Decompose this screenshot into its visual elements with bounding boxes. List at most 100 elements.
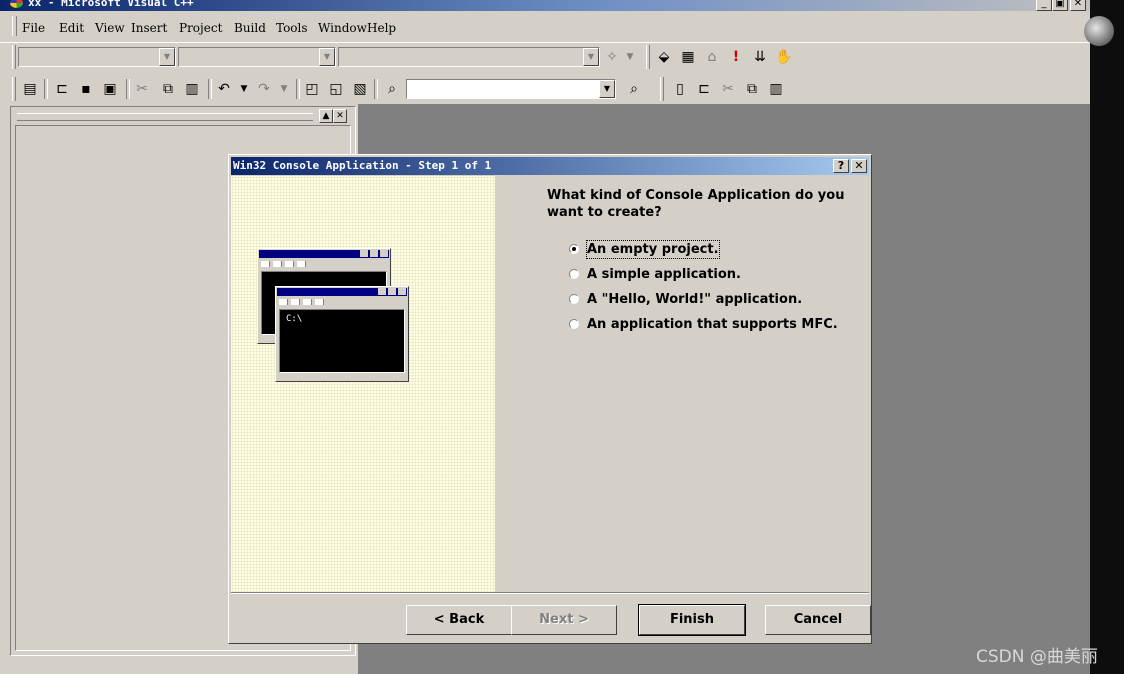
pane-close-button[interactable]: ✕ [333, 109, 347, 123]
pane-gripper[interactable] [17, 113, 313, 121]
menubar-grip[interactable] [12, 16, 17, 36]
menu-edit[interactable]: Edit [59, 21, 84, 35]
dialog-title-bar[interactable]: Win32 Console Application - Step 1 of 1 … [231, 157, 869, 175]
copy-icon[interactable]: ⧉ [742, 79, 762, 99]
cancel-button[interactable]: Cancel [765, 605, 871, 635]
mini-toolbar [279, 299, 327, 305]
close-dialog-button[interactable]: ✕ [851, 159, 867, 173]
menu-file[interactable]: File [22, 21, 45, 35]
radio-button[interactable] [569, 244, 579, 254]
finish-button[interactable]: Finish [638, 604, 746, 636]
find-binoculars-icon[interactable]: ⌕ [624, 79, 644, 99]
paste-icon[interactable]: ▥ [182, 79, 202, 99]
pane-maximize-button[interactable]: ▲ [319, 109, 333, 123]
menu-window[interactable]: Window [318, 21, 367, 35]
back-button[interactable]: < Back [406, 605, 512, 635]
avatar-icon [1084, 16, 1114, 46]
radio-button[interactable] [569, 294, 579, 304]
toolbar-grip[interactable] [660, 77, 664, 101]
option-label[interactable]: A simple application. [587, 266, 741, 283]
option-empty-project[interactable]: An empty project. [569, 240, 869, 259]
workspace-window-icon[interactable]: ◰ [302, 79, 322, 99]
dialog-title: Win32 Console Application - Step 1 of 1 [233, 159, 492, 172]
toolbar-separator [296, 79, 300, 99]
option-label[interactable]: A "Hello, World!" application. [587, 291, 802, 308]
new-file-icon[interactable]: ▯ [670, 79, 690, 99]
members-combo[interactable]: ▼ [338, 47, 600, 67]
open-folder-icon[interactable]: ⊏ [52, 79, 72, 99]
redo-icon[interactable]: ↷ [254, 79, 274, 99]
paste-icon[interactable]: ▥ [766, 79, 786, 99]
menu-help[interactable]: Help [367, 21, 396, 35]
new-text-file-icon[interactable]: ▤ [20, 79, 40, 99]
chevron-down-icon[interactable]: ▼ [159, 48, 175, 66]
menu-project[interactable]: Project [179, 21, 222, 35]
redo-dropdown-icon[interactable]: ▼ [274, 79, 294, 99]
mini-window-buttons [360, 250, 388, 257]
next-button[interactable]: Next > [511, 605, 617, 635]
save-all-icon[interactable]: ▣ [100, 79, 120, 99]
chevron-down-icon[interactable]: ▼ [319, 48, 335, 66]
execute-icon[interactable]: ! [726, 47, 746, 67]
open-folder-icon[interactable]: ⊏ [694, 79, 714, 99]
minimize-button[interactable]: _ [1036, 0, 1052, 11]
find-in-files-icon[interactable]: ⌕ [382, 79, 402, 99]
radio-button[interactable] [569, 269, 579, 279]
toolbar-grip[interactable] [12, 77, 16, 101]
menu-build[interactable]: Build [234, 21, 266, 35]
dropdown-arrow-icon[interactable]: ▼ [620, 47, 640, 67]
toolbar-grip[interactable] [12, 45, 16, 69]
breakpoint-hand-icon[interactable]: ✋ [774, 47, 794, 67]
menu-view[interactable]: View [95, 21, 125, 35]
option-label[interactable]: An application that supports MFC. [587, 316, 838, 333]
menu-insert[interactable]: Insert [131, 21, 167, 35]
option-label[interactable]: An empty project. [586, 240, 720, 259]
option-simple-application[interactable]: A simple application. [569, 266, 869, 284]
toolbar-separator [374, 79, 378, 99]
visual-cpp-app-icon [10, 0, 23, 8]
console-prompt: C:\ [286, 314, 303, 324]
chevron-down-icon[interactable]: ▼ [599, 80, 615, 98]
mini-toolbar [261, 261, 309, 267]
window-list-icon[interactable]: ▧ [350, 79, 370, 99]
option-hello-world[interactable]: A "Hello, World!" application. [569, 291, 869, 309]
csdn-watermark: CSDN @曲美丽 [976, 647, 1098, 667]
restore-button[interactable]: ▣ [1052, 0, 1068, 11]
dialog-divider [231, 592, 869, 594]
copy-icon[interactable]: ⧉ [158, 79, 178, 99]
wizard-action-icon[interactable]: ✧ [602, 47, 622, 67]
go-icon[interactable]: ⇊ [750, 47, 770, 67]
undo-icon[interactable]: ↶ [214, 79, 234, 99]
output-window-icon[interactable]: ◱ [326, 79, 346, 99]
toolbar-separator [208, 79, 212, 99]
cut-icon[interactable]: ✂ [132, 79, 152, 99]
mini-console: C:\ [279, 309, 405, 373]
wizard-illustration: C:\ [231, 176, 495, 592]
toolbar-separator [44, 79, 48, 99]
save-icon[interactable]: ▪ [76, 79, 96, 99]
standard-toolbar: ▤ ⊏ ▪ ▣ ✂ ⧉ ▥ ↶ ▼ ↷ ▼ ◰ ◱ ▧ ⌕ ▼ ⌕ ▯ ⊏ ✂ … [0, 75, 800, 103]
screen-edge-bar [1090, 0, 1124, 674]
close-window-button[interactable]: ✕ [1070, 0, 1086, 11]
mini-window-buttons [378, 288, 406, 295]
filter-combo[interactable]: ▼ [178, 47, 336, 67]
option-mfc-support[interactable]: An application that supports MFC. [569, 316, 869, 334]
compile-icon[interactable]: ⬙ [654, 47, 674, 67]
help-button[interactable]: ? [833, 159, 849, 173]
menu-tools[interactable]: Tools [276, 21, 308, 35]
find-combo[interactable]: ▼ [406, 79, 616, 99]
console-app-wizard-dialog: Win32 Console Application - Step 1 of 1 … [228, 154, 872, 644]
undo-dropdown-icon[interactable]: ▼ [234, 79, 254, 99]
menu-bar: File Edit View Insert Project Build Tool… [0, 12, 1090, 43]
cut-icon[interactable]: ✂ [718, 79, 738, 99]
radio-button[interactable] [569, 319, 579, 329]
build-icon[interactable]: ▦ [678, 47, 698, 67]
ide-screen: xx - Microsoft Visual C++ _ ▣ ✕ File Edi… [0, 0, 1090, 674]
toolbar-grip[interactable] [646, 45, 650, 69]
wizardbar-toolbar: ▼ ▼ ▼ ✧ ▼ ⬙ ▦ ⌂ ! ⇊ ✋ [0, 43, 800, 71]
toolbar-separator [126, 79, 130, 99]
chevron-down-icon[interactable]: ▼ [583, 48, 599, 66]
class-combo[interactable]: ▼ [18, 47, 176, 67]
stop-build-icon[interactable]: ⌂ [702, 47, 722, 67]
mini-window-front: C:\ [275, 286, 409, 382]
